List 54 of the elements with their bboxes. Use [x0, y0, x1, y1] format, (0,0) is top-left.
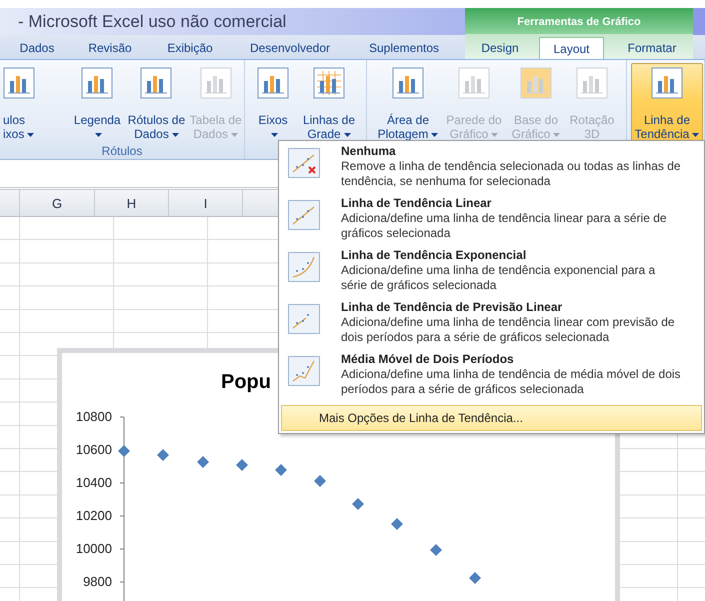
menu-item-title: Nenhuma — [341, 144, 397, 159]
menu-item-description: Adiciona/define uma linha de tendência exponencial para a série de gráficos selecionada — [341, 263, 656, 293]
chart-icon — [200, 67, 232, 99]
ribbon-tab[interactable]: Desenvolvedor — [243, 37, 337, 59]
menu-item[interactable]: Mais Opções de Linha de Tendência... — [281, 405, 702, 431]
y-tick-label: 10400 — [76, 475, 112, 490]
ribbon-tab[interactable]: Revisão — [84, 37, 136, 59]
ribbon-tab[interactable]: Layout — [539, 37, 604, 59]
menu-item-title: Média Móvel de Dois Períodos — [341, 352, 515, 367]
y-tick-label: 10200 — [76, 508, 112, 523]
ribbon-tab[interactable]: Dados — [14, 37, 60, 59]
chart-icon — [81, 67, 114, 99]
menu-item-title: Linha de Tendência Linear — [341, 196, 492, 211]
chart-icon — [520, 67, 552, 99]
column-header[interactable]: I — [169, 190, 243, 216]
menu-item-description: Remove a linha de tendência selecionada ou todas as linhas de tendência, se nenhuma for selecionada — [341, 159, 681, 189]
chart-icon — [458, 67, 490, 99]
trendline-icon — [288, 200, 320, 230]
column-header[interactable]: H — [95, 190, 169, 216]
chart-icon — [140, 67, 172, 99]
ribbon-button[interactable]: ulos ixos — [2, 63, 41, 144]
ribbon-button[interactable]: Eixos — [253, 63, 293, 144]
ribbon-button[interactable]: Rótulos de Dados — [126, 63, 188, 144]
chart-icon — [313, 67, 345, 99]
ribbon-button[interactable]: Legenda — [68, 63, 126, 144]
menu-item[interactable]: Linha de Tendência Linear Adiciona/define uma linha de tendência linear para a série de gráficos selecionada — [279, 196, 704, 248]
ribbon-tab[interactable]: Exibição — [162, 37, 218, 59]
menu-item-description: Adiciona/define uma linha de tendência linear para a série de gráficos selecionada — [341, 211, 668, 241]
trendline-icon — [288, 356, 320, 386]
menu-item[interactable]: Nenhuma Remove a linha de tendência selecionada ou todas as linhas de tendência, se nenhuma for selecionada — [279, 144, 704, 196]
chart-icon — [576, 67, 608, 99]
ribbon-tab[interactable]: Formatar — [625, 37, 679, 59]
trendline-icon — [288, 304, 320, 334]
column-header[interactable]: G — [20, 190, 95, 216]
y-tick-label: 10800 — [76, 409, 112, 424]
menu-item-title: Linha de Tendência de Previsão Linear — [341, 300, 564, 315]
menu-item[interactable]: Linha de Tendência Exponencial Adiciona/define uma linha de tendência exponencial para a série de gráficos selecionada — [279, 248, 704, 300]
menu-item-description: Adiciona/define uma linha de tendência linear com previsão de dois períodos para a série de gráficos selecionada — [341, 315, 676, 345]
group-label: Rótulos — [102, 144, 142, 158]
ribbon-tab[interactable]: Suplementos — [362, 37, 446, 59]
y-tick-label: 10600 — [76, 442, 112, 457]
chart-icon — [3, 67, 35, 99]
ribbon-tab[interactable]: Design — [479, 37, 521, 59]
trendline-icon — [288, 252, 320, 282]
y-tick-label: 9800 — [83, 574, 112, 589]
window-title: - Microsoft Excel uso não comercial — [18, 12, 288, 32]
chart-icon — [257, 67, 289, 99]
menu-item-title: Linha de Tendência Exponencial — [341, 248, 528, 263]
chart-title: Popu — [221, 371, 271, 393]
chart-icon — [392, 67, 424, 99]
chart-icon — [651, 67, 683, 99]
y-tick-label: 10000 — [76, 541, 112, 556]
remove-trendline-icon — [288, 148, 320, 178]
context-group-title: Ferramentas de Gráfico — [517, 16, 641, 28]
